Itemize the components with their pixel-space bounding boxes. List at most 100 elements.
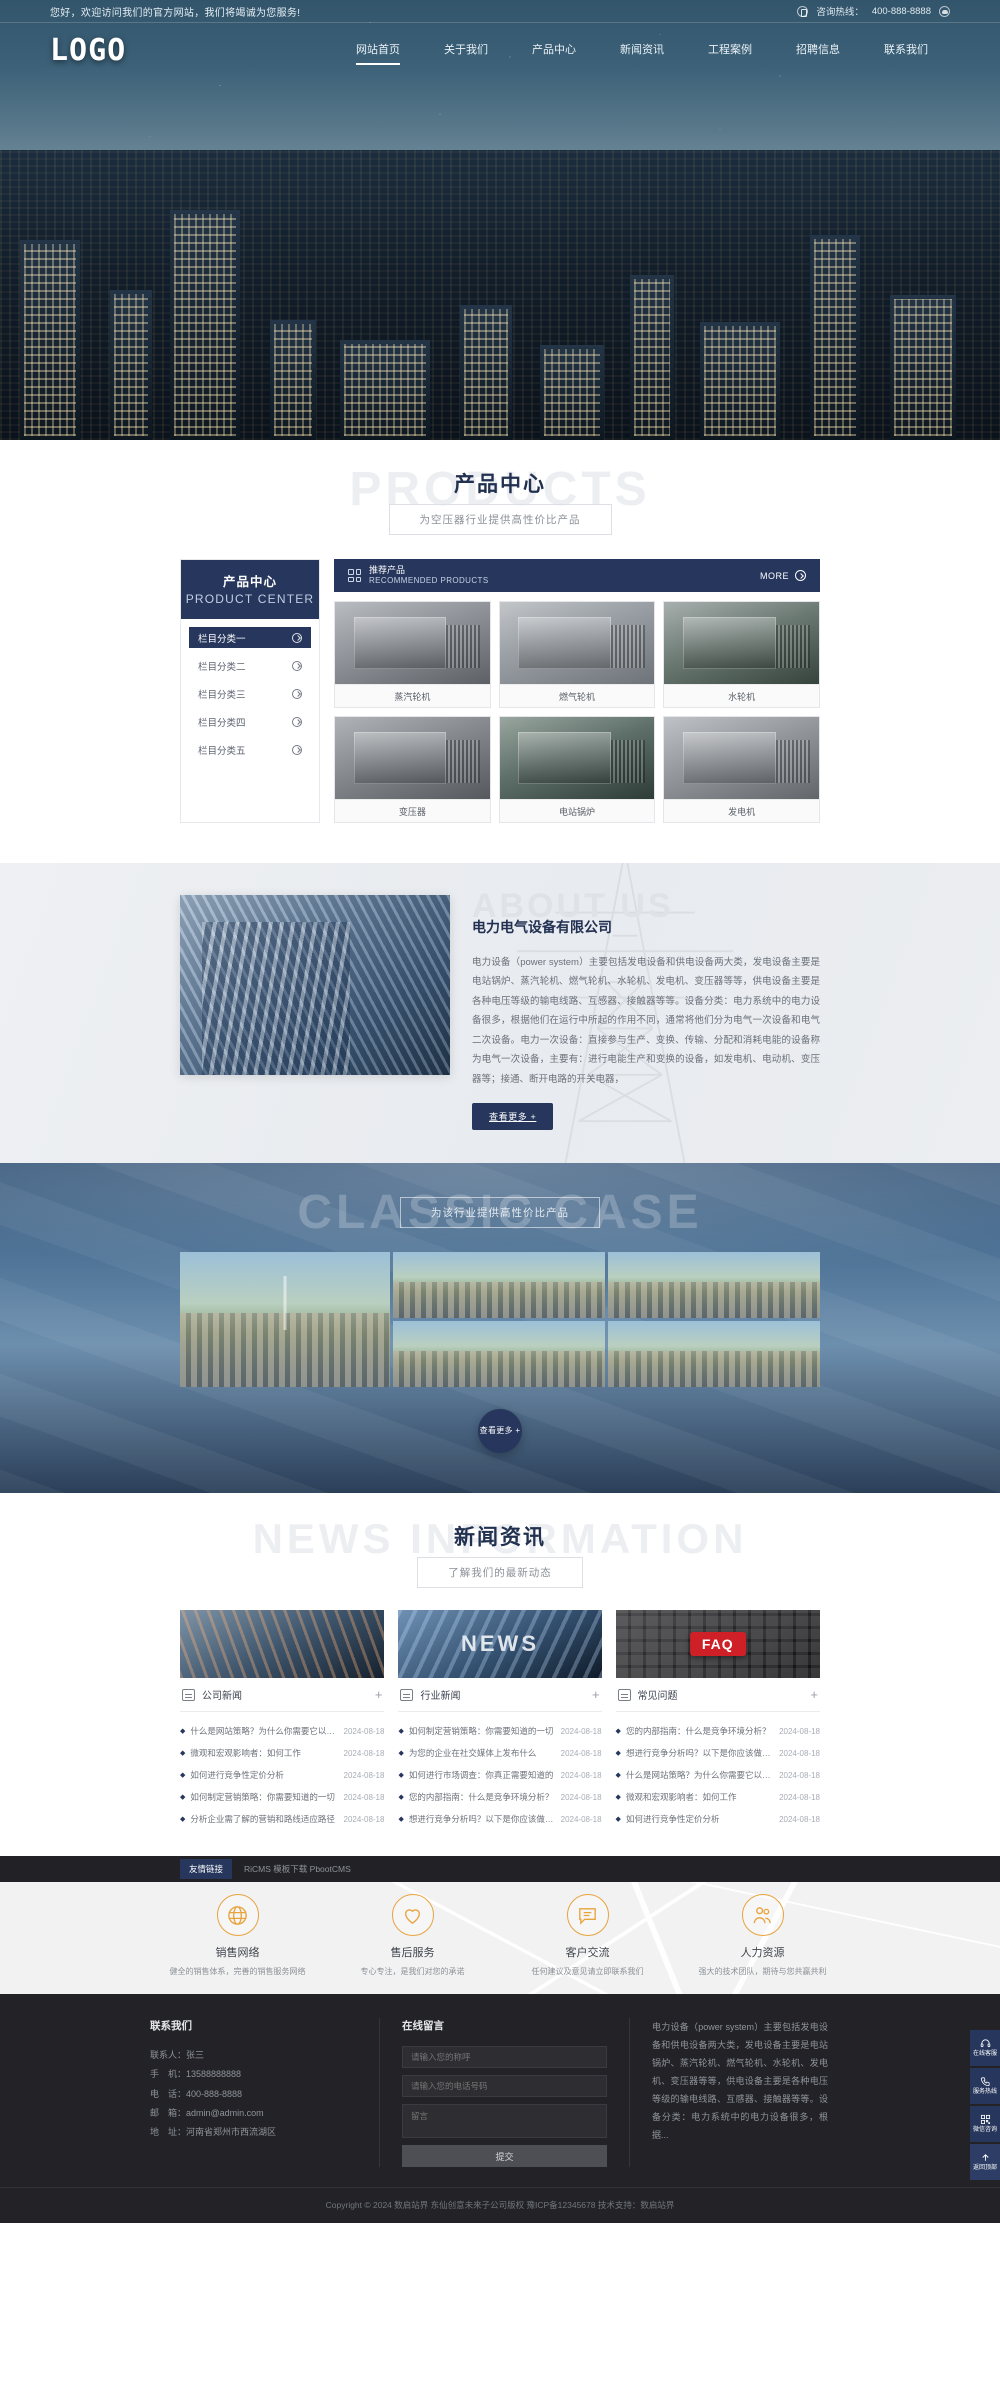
nav-item-about[interactable]: 关于我们 (422, 23, 510, 78)
news-list-item[interactable]: ◆ 微观和宏观影响者：如何工作 2024-08-18 (616, 1786, 820, 1808)
cases-more-button[interactable]: 查看更多 + (478, 1409, 522, 1453)
message-submit-button[interactable]: 提交 (402, 2145, 607, 2167)
about-more-button[interactable]: 查看更多 + (472, 1103, 554, 1131)
side-button-online-service[interactable]: 在线客服 (970, 2030, 1000, 2066)
case-image[interactable] (608, 1321, 820, 1387)
product-name: 电站锅炉 (499, 799, 655, 822)
category-item-5[interactable]: 栏目分类五 (189, 739, 311, 760)
news-list-item[interactable]: ◆ 什么是网站策略？为什么你需要它以及你如... 2024-08-18 (616, 1764, 820, 1786)
news-date: 2024-08-18 (560, 1770, 602, 1780)
message-body-input[interactable] (402, 2104, 607, 2138)
news-more-icon[interactable]: + (810, 1687, 818, 1702)
wechat-icon[interactable] (939, 5, 950, 17)
side-button-wechat[interactable]: 微信咨询 (970, 2106, 1000, 2142)
news-column-image: NEWS (398, 1610, 602, 1678)
news-title: 什么是网站策略？为什么你需要它以及你如... (625, 1770, 774, 1780)
service-desc: 强大的技术团队，期待与您共赢共利 (698, 1967, 827, 1976)
friendly-links-list[interactable]: RiCMS 模板下载 PbootCMS (244, 1863, 351, 1875)
news-icon (182, 1688, 195, 1701)
about-body: 电力设备（power system）主要包括发电设备和供电设备两大类，发电设备主… (472, 957, 820, 1085)
news-list-item[interactable]: ◆ 分析企业需了解的营销和路线适应路径 2024-08-18 (180, 1808, 384, 1830)
service-item-hr[interactable]: 人力资源 强大的技术团队，期待与您共赢共利 (675, 1894, 850, 1977)
hero-banner: 您好，欢迎访问我们的官方网站，我们将竭诚为您服务! 咨询热线： 400-888-… (0, 0, 1000, 440)
footer-contact: 联系我们 联系人：张三 手 机：13588888888 电 话：400-888-… (150, 2018, 380, 2167)
hero-city-image (0, 150, 1000, 440)
nav-item-home[interactable]: 网站首页 (334, 23, 422, 78)
service-desc: 健全的销售体系，完善的销售服务网络 (169, 1967, 306, 1976)
category-item-3[interactable]: 栏目分类三 (189, 683, 311, 704)
news-list-item[interactable]: ◆ 什么是网站策略？为什么你需要它以及你如... 2024-08-18 (180, 1720, 384, 1742)
product-sidebar-title-en: PRODUCT CENTER (185, 592, 315, 606)
nav-item-news[interactable]: 新闻资讯 (598, 23, 686, 78)
news-title: 什么是网站策略？为什么你需要它以及你如... (190, 1726, 338, 1736)
news-list-item[interactable]: ◆ 想进行竞争分析吗？以下是你应该做的7个... 2024-08-18 (616, 1742, 820, 1764)
category-item-1[interactable]: 栏目分类一 (189, 627, 311, 648)
more-label: MORE (760, 570, 789, 581)
nav-item-contact[interactable]: 联系我们 (862, 23, 950, 78)
product-image (664, 602, 819, 684)
news-column-industry: NEWS 行业新闻 + ◆ 如何制定营销策略：你需要知道的一切 2024-08-18… (398, 1610, 602, 1830)
message-phone-input[interactable] (402, 2075, 607, 2097)
globe-icon (216, 1894, 259, 1936)
news-list-item[interactable]: ◆ 如何进行竞争性定价分析 2024-08-18 (180, 1764, 384, 1786)
case-image[interactable] (608, 1252, 820, 1318)
news-list-item[interactable]: ◆ 想进行竞争分析吗？以下是你应该做的7个... 2024-08-18 (398, 1808, 601, 1830)
message-name-input[interactable] (402, 2046, 607, 2068)
news-more-icon[interactable]: + (375, 1687, 383, 1702)
news-date: 2024-08-18 (343, 1814, 385, 1824)
product-card[interactable]: 燃气轮机 (498, 601, 656, 708)
nav-item-jobs[interactable]: 招聘信息 (774, 23, 862, 78)
bullet-icon: ◆ (398, 1772, 404, 1779)
news-list-item[interactable]: ◆ 微观和宏观影响者：如何工作 2024-08-18 (180, 1742, 384, 1764)
category-item-2[interactable]: 栏目分类二 (189, 655, 311, 676)
product-card[interactable]: 水轮机 (663, 601, 820, 708)
nav-item-cases[interactable]: 工程案例 (686, 23, 774, 78)
bullet-icon: ◆ (615, 1794, 621, 1801)
nav-item-products[interactable]: 产品中心 (510, 23, 598, 78)
chevron-right-icon (292, 744, 302, 755)
news-list-item[interactable]: ◆ 您的内部指南：什么是竞争环境分析？ 2024-08-18 (616, 1720, 820, 1742)
service-desc: 专心专注，是我们对您的承诺 (360, 1967, 465, 1976)
service-item-sales[interactable]: 销售网络 健全的销售体系，完善的销售服务网络 (150, 1894, 325, 1977)
news-date: 2024-08-18 (560, 1748, 602, 1758)
news-date: 2024-08-18 (779, 1748, 820, 1758)
about-image (180, 895, 450, 1075)
news-list-item[interactable]: ◆ 您的内部指南：什么是竞争环境分析？ 2024-08-18 (398, 1786, 601, 1808)
footer-contact-email: 邮 箱：admin@admin.com (150, 2108, 264, 2119)
friendly-links-label: 友情链接 (180, 1859, 233, 1879)
case-image-large[interactable] (180, 1252, 390, 1387)
news-list-item[interactable]: ◆ 如何进行竞争性定价分析 2024-08-18 (616, 1808, 820, 1830)
service-item-communication[interactable]: 客户交流 任何建议及意见请立即联系我们 (500, 1894, 675, 1977)
hotline-label: 咨询热线： (816, 7, 864, 18)
news-date: 2024-08-18 (343, 1792, 385, 1802)
bullet-icon: ◆ (615, 1772, 621, 1779)
site-logo[interactable]: LOGO (50, 33, 280, 68)
news-list-item[interactable]: ◆ 如何进行市场调查：你真正需要知道的 2024-08-18 (398, 1764, 601, 1786)
product-name: 变压器 (335, 799, 490, 822)
side-button-back-to-top[interactable]: 返回顶部 (970, 2144, 1000, 2180)
welcome-text: 您好，欢迎访问我们的官方网站，我们将竭诚为您服务! (50, 7, 301, 19)
faq-badge: FAQ (689, 1632, 746, 1656)
product-card[interactable]: 电站锅炉 (498, 716, 656, 823)
footer-contact-address: 地 址：河南省郑州市西流湖区 (150, 2127, 277, 2138)
category-item-4[interactable]: 栏目分类四 (189, 711, 311, 732)
product-card[interactable]: 蒸汽轮机 (334, 601, 491, 708)
products-more-link[interactable]: MORE (760, 570, 806, 581)
case-image[interactable] (393, 1321, 605, 1387)
footer-message-heading: 在线留言 (402, 2020, 444, 2032)
service-item-aftersales[interactable]: 售后服务 专心专注，是我们对您的承诺 (325, 1894, 500, 1977)
cases-gallery (180, 1252, 820, 1387)
floating-side-toolbar: 在线客服 服务热线 微信咨询 返回顶部 (970, 2030, 1000, 2180)
news-list-item[interactable]: ◆ 如何制定营销策略：你需要知道的一切 2024-08-18 (180, 1786, 384, 1808)
headset-icon (980, 2039, 990, 2048)
product-card[interactable]: 变压器 (334, 716, 491, 823)
side-button-hotline[interactable]: 服务热线 (970, 2068, 1000, 2104)
news-date: 2024-08-18 (779, 1792, 820, 1802)
bullet-icon: ◆ (398, 1816, 404, 1823)
news-list-item[interactable]: ◆ 如何制定营销策略：你需要知道的一切 2024-08-18 (398, 1720, 601, 1742)
case-image[interactable] (393, 1252, 605, 1318)
news-more-icon[interactable]: + (592, 1687, 600, 1702)
product-card[interactable]: 发电机 (663, 716, 820, 823)
products-section-title: PRODUCTS 产品中心 为空压器行业提供高性价比产品 (0, 440, 1000, 545)
news-list-item[interactable]: ◆ 为您的企业在社交媒体上发布什么 2024-08-18 (398, 1742, 601, 1764)
